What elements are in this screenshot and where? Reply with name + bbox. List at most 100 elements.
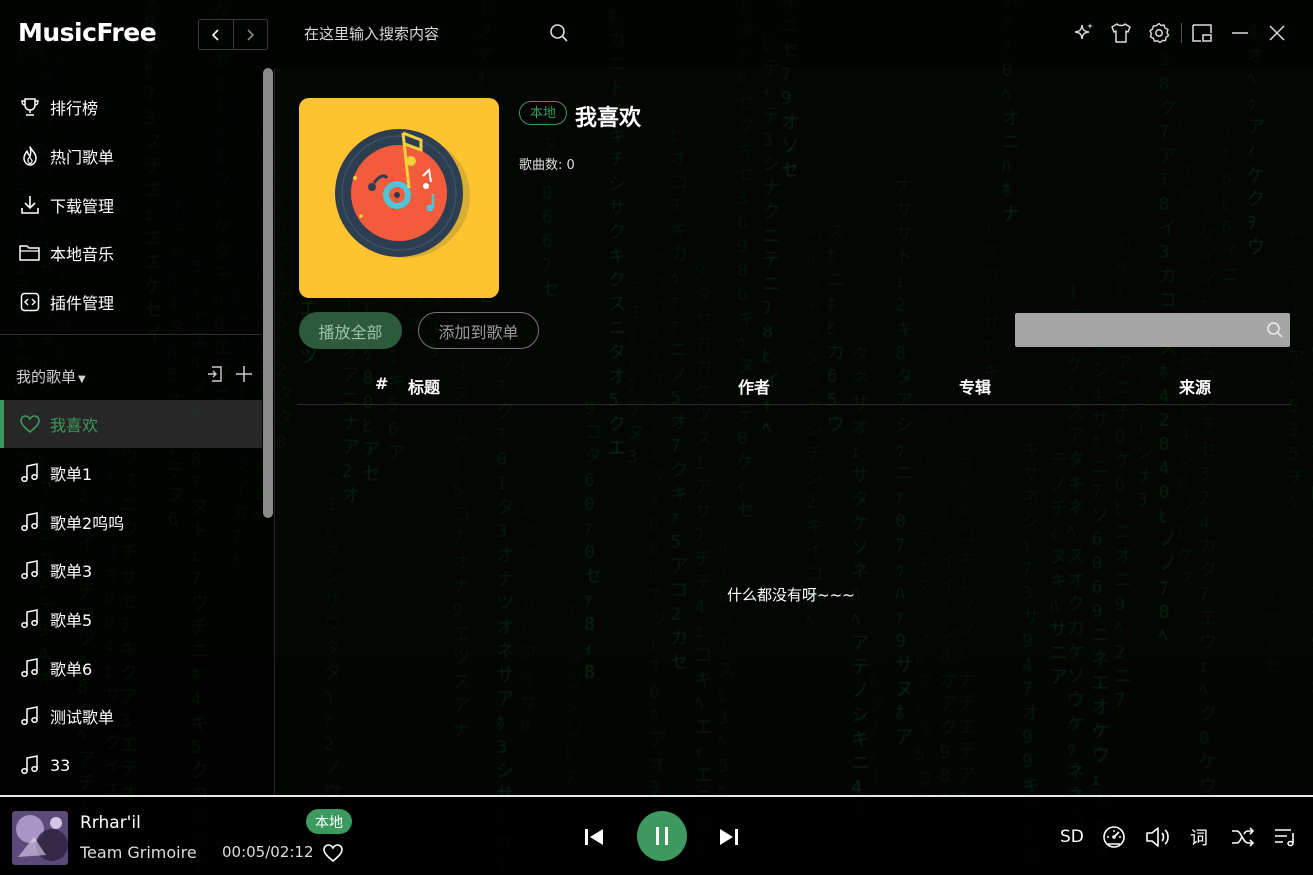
sidebar: 排行榜 热门歌单 下载管理 本地音乐 插件管理 我的歌单 ▼ 我喜欢 歌单1 歌单… [0,68,275,795]
search-icon[interactable] [1266,321,1284,339]
skin-button[interactable] [1108,20,1134,46]
settings-button[interactable] [1146,20,1172,46]
theme-effects-button[interactable] [1071,20,1097,46]
next-button[interactable] [717,825,741,849]
close-button[interactable] [1264,20,1290,46]
song-count: 歌曲数: 0 [519,158,575,173]
import-icon [208,366,222,382]
music-note-icon [16,559,44,581]
sidebar-item-charts[interactable]: 排行榜 [0,83,262,131]
queue-list-icon [1275,829,1294,847]
quality-button[interactable]: SD [1060,824,1084,850]
sidebar-item-label: 歌单5 [50,611,93,630]
column-source[interactable]: 来源 [1179,374,1211,398]
sidebar-item-local-music[interactable]: 本地音乐 [0,229,262,277]
mini-mode-icon [1192,24,1212,42]
sidebar-playlist-test[interactable]: 测试歌单 [0,692,262,740]
playlist-filter [1015,313,1290,347]
volume-button[interactable] [1144,824,1172,850]
empty-state-text: 什么都没有呀~~~ [727,586,855,604]
now-playing-cover[interactable] [12,811,68,865]
playlist-queue-button[interactable] [1272,824,1298,850]
sidebar-playlist-5[interactable]: 歌单5 [0,595,262,643]
previous-button[interactable] [582,825,606,849]
sidebar-item-label: 测试歌单 [50,708,115,727]
pause-icon [656,827,668,845]
play-all-button[interactable]: 播放全部 [299,312,402,349]
minimize-icon [1232,32,1248,34]
filter-input[interactable] [1015,313,1275,347]
sidebar-item-label: 本地音乐 [50,245,115,264]
forward-button[interactable] [232,20,268,49]
lyric-button[interactable]: 词 [1190,824,1208,850]
sidebar-item-label: 歌单3 [50,562,93,581]
sidebar-playlist-1[interactable]: 歌单1 [0,449,262,497]
sidebar-item-label: 歌单1 [50,465,93,484]
play-mode-button[interactable] [1230,824,1256,850]
music-note-icon [16,657,44,679]
search-icon [550,24,568,42]
speedometer-icon [1103,826,1125,848]
speed-button[interactable] [1101,824,1127,850]
sidebar-playlist-2[interactable]: 歌单2呜呜 [0,498,262,546]
pause-button[interactable] [637,811,687,861]
track-source-badge: 本地 [306,809,352,834]
sidebar-scrollbar[interactable] [263,68,273,518]
track-title[interactable]: Rrhar'il [80,813,141,833]
mini-mode-button[interactable] [1189,20,1215,46]
my-playlists-label: 我的歌单 [16,368,77,386]
history-nav [198,19,268,50]
trophy-icon [16,96,44,118]
playlist-title: 我喜欢 [575,106,642,131]
sidebar-item-downloads[interactable]: 下载管理 [0,181,262,229]
sidebar-playlist-3[interactable]: 歌单3 [0,546,262,594]
app-logo: MusicFree [18,18,157,47]
heart-icon [323,844,343,863]
playlist-cover [299,98,499,298]
plus-icon [236,366,252,382]
sidebar-item-label: 歌单2呜呜 [50,514,125,533]
volume-icon [1146,827,1169,847]
column-album[interactable]: 专辑 [959,374,991,398]
sidebar-item-label: 我喜欢 [50,416,99,435]
shuffle-icon [1232,827,1255,847]
music-note-icon [16,705,44,727]
sidebar-item-label: 排行榜 [50,99,99,118]
back-button[interactable] [199,20,233,49]
sidebar-item-label: 热门歌单 [50,148,115,167]
sidebar-item-label: 下载管理 [50,197,115,216]
title-bar: MusicFree [0,0,1313,68]
column-artist[interactable]: 作者 [738,374,770,398]
sidebar-item-label: 歌单6 [50,660,93,679]
chevron-right-icon [247,28,255,41]
column-index: # [375,374,389,393]
table-header-divider [297,404,1291,405]
sidebar-divider [0,334,262,335]
my-playlists-header[interactable]: 我的歌单 ▼ [16,366,86,387]
track-time: 00:05/02:12 [222,843,314,861]
sidebar-playlist-33[interactable]: 33 [0,741,262,789]
titlebar-separator [1181,23,1182,43]
vinyl-record-icon [335,129,470,258]
import-playlist-button[interactable] [205,364,225,384]
sidebar-playlist-favorites[interactable]: 我喜欢 [0,400,262,448]
search-button[interactable] [548,22,570,44]
sidebar-playlist-6[interactable]: 歌单6 [0,644,262,692]
heart-icon [16,414,44,434]
sidebar-item-label: 33 [50,755,71,775]
tshirt-icon [1111,23,1131,43]
download-icon [16,194,44,216]
gear-icon [1149,22,1170,44]
sidebar-item-hot-playlists[interactable]: 热门歌单 [0,132,262,180]
folder-icon [16,242,44,264]
create-playlist-button[interactable] [234,364,254,384]
column-title[interactable]: 标题 [408,374,440,398]
sidebar-item-plugins[interactable]: 插件管理 [0,278,262,326]
music-note-icon [16,754,44,776]
track-artist: Team Grimoire [80,843,197,862]
music-note-icon [16,511,44,533]
minimize-button[interactable] [1227,20,1253,46]
add-to-playlist-button[interactable]: 添加到歌单 [418,312,539,349]
like-button[interactable] [322,843,344,863]
close-icon [1269,25,1285,41]
